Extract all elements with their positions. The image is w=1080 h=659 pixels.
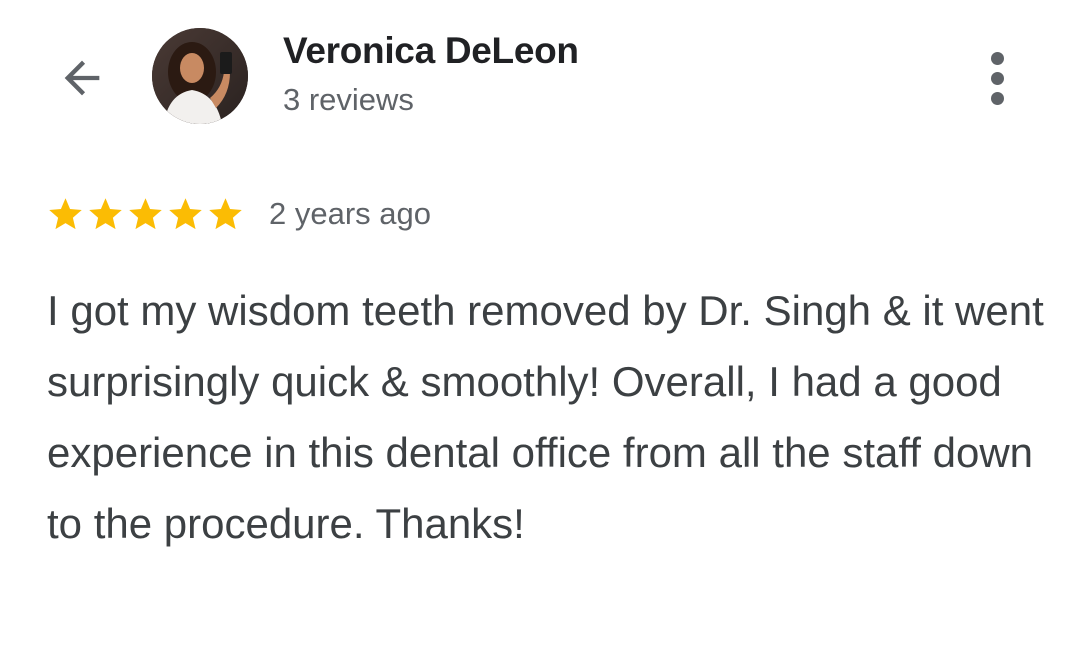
star-icon	[209, 197, 242, 229]
more-vert-icon-dot	[990, 91, 1004, 105]
star-rating	[46, 195, 245, 234]
arrow-back-icon	[64, 60, 100, 96]
star-icon	[89, 197, 122, 229]
avatar[interactable]	[152, 28, 248, 124]
rating-row: 2 years ago	[46, 192, 431, 236]
review-time: 2 years ago	[269, 196, 431, 231]
avatar-photo	[152, 28, 248, 124]
reviewer-name[interactable]: Veronica DeLeon	[283, 30, 579, 72]
reviewer-review-count: 3 reviews	[283, 82, 414, 117]
star-icon	[129, 197, 162, 229]
more-options-button[interactable]	[972, 46, 1022, 110]
more-vert-icon	[990, 51, 1004, 65]
star-icon	[169, 197, 202, 229]
review-text: I got my wisdom teeth removed by Dr. Sin…	[47, 287, 1044, 547]
more-vert-icon-dot	[990, 71, 1004, 85]
back-button[interactable]	[52, 50, 112, 106]
review-screen: Veronica DeLeon 3 reviews 2 years ago I …	[0, 0, 1080, 659]
star-icon	[49, 197, 82, 229]
